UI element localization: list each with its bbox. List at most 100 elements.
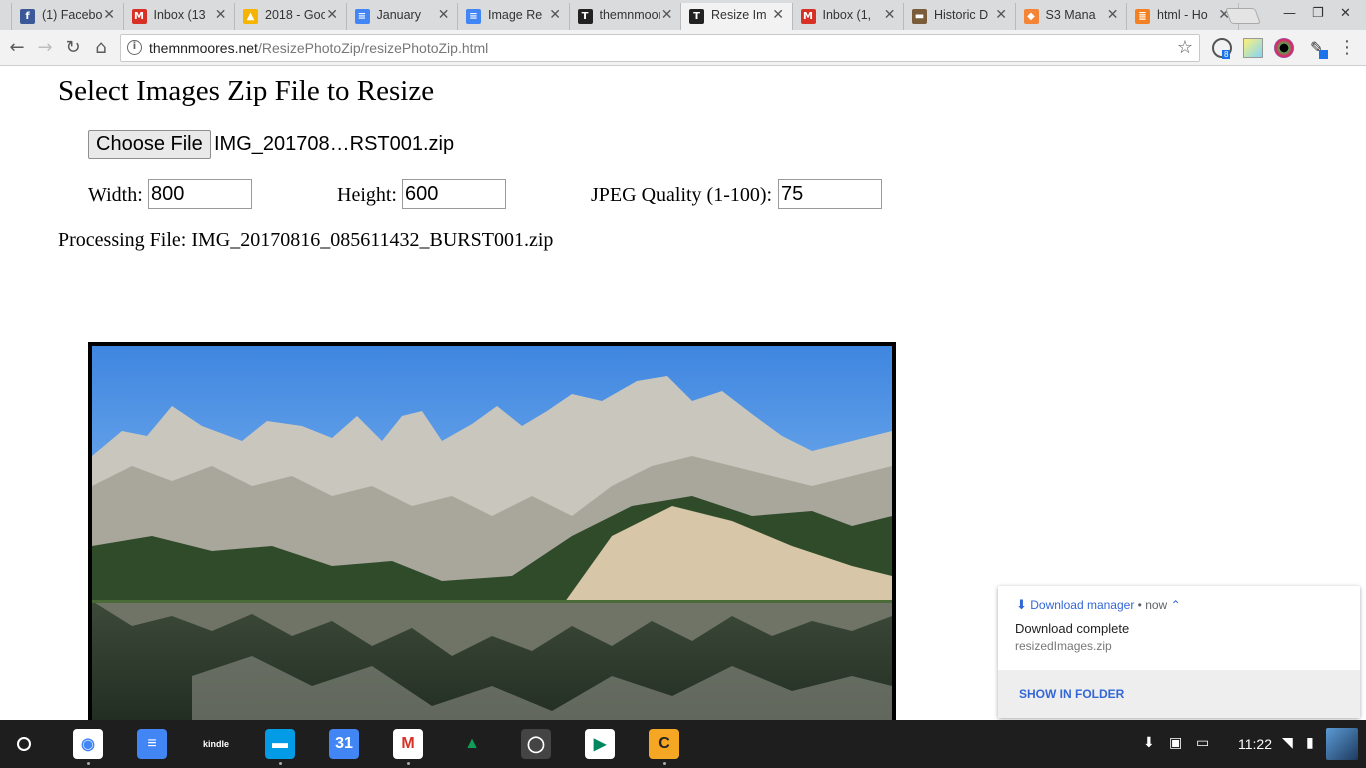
- tab-0[interactable]: f (1) Facebook✕: [11, 3, 124, 30]
- kindle-app[interactable]: kindle: [201, 729, 231, 759]
- choose-file-button[interactable]: Choose File: [88, 130, 211, 159]
- tab-strip: f(1) Facebook✕MInbox (13✕▲2018 - Google …: [0, 0, 1366, 30]
- maximize-icon[interactable]: ❐: [1312, 6, 1324, 21]
- files-app[interactable]: ▬: [265, 729, 295, 759]
- avatar[interactable]: [1326, 728, 1358, 760]
- page-title: Select Images Zip File to Resize: [58, 75, 435, 107]
- battery-icon[interactable]: ▮: [1306, 735, 1314, 751]
- tab-title: (1) Facebook: [42, 8, 102, 22]
- tab-close-icon[interactable]: ✕: [438, 7, 450, 23]
- tab-2[interactable]: ▲ 2018 - Google Drive✕: [234, 3, 347, 30]
- tab-8[interactable]: ▬ Historic D ✕: [903, 3, 1016, 30]
- notification-title: Download complete: [1015, 621, 1130, 636]
- historic-icon: ▬: [912, 9, 927, 24]
- color-picker-icon[interactable]: [1274, 38, 1294, 58]
- tab-title: Inbox (13: [153, 8, 206, 22]
- forward-icon[interactable]: →: [34, 37, 56, 59]
- play-store-app[interactable]: ▶: [585, 729, 615, 759]
- tab-title: Inbox (1,: [822, 8, 872, 22]
- image-icon[interactable]: ▣: [1169, 735, 1182, 751]
- the-moor-icon: T: [689, 9, 704, 24]
- tab-10[interactable]: ≣ html - Ho ✕: [1126, 3, 1239, 30]
- facebook-icon: f: [20, 9, 35, 24]
- tab-close-icon[interactable]: ✕: [549, 7, 561, 23]
- gmail-app[interactable]: M: [393, 729, 423, 759]
- display-icon[interactable]: ▭: [1196, 735, 1209, 751]
- tab-title: themnmoores: [599, 8, 660, 22]
- running-indicator: [407, 762, 410, 765]
- tab-close-icon[interactable]: ✕: [661, 7, 673, 23]
- back-icon[interactable]: ←: [6, 37, 28, 59]
- camera-app[interactable]: ◯: [521, 729, 551, 759]
- aws-s3-icon: ◆: [1023, 9, 1039, 24]
- width-label: Width:: [88, 184, 143, 206]
- docs-icon: ≡: [466, 9, 481, 24]
- clock[interactable]: 11:22: [1238, 736, 1272, 752]
- tab-close-icon[interactable]: ✕: [995, 7, 1007, 23]
- tab-3[interactable]: ≡ January ✕: [345, 3, 459, 30]
- height-input[interactable]: [402, 179, 506, 209]
- tab-6[interactable]: T Resize Im ✕: [680, 3, 793, 30]
- tab-close-icon[interactable]: ✕: [103, 7, 115, 23]
- tab-4[interactable]: ≡ Image Re ✕: [457, 3, 570, 30]
- notification-separator: •: [1137, 598, 1142, 612]
- calendar-app[interactable]: 31: [329, 729, 359, 759]
- gmail-icon: M: [800, 9, 816, 24]
- new-tab-button[interactable]: [1225, 8, 1261, 24]
- info-icon[interactable]: i: [127, 40, 142, 55]
- expand-chevron-icon[interactable]: ⌃: [1171, 598, 1181, 612]
- docs-icon: ≡: [354, 9, 370, 24]
- resized-photo-preview: [88, 342, 896, 720]
- bookmark-star-icon[interactable]: ☆: [1177, 37, 1193, 58]
- home-icon[interactable]: ⌂: [90, 37, 112, 59]
- notification-source: Download manager: [1030, 598, 1135, 612]
- height-label: Height:: [337, 184, 397, 206]
- menu-icon[interactable]: ⋮: [1336, 37, 1358, 59]
- browser-toolbar: ← → ↻ ⌂ i themnmoores.net/ResizePhotoZip…: [0, 30, 1366, 66]
- address-bar[interactable]: i themnmoores.net/ResizePhotoZip/resizeP…: [120, 34, 1200, 62]
- tab-9[interactable]: ◆ S3 Mana ✕: [1014, 3, 1128, 30]
- minimize-icon[interactable]: —: [1283, 6, 1296, 21]
- tab-close-icon[interactable]: ✕: [884, 7, 896, 23]
- launcher-icon[interactable]: [17, 737, 31, 751]
- gmail-icon: M: [131, 9, 147, 24]
- tab-close-icon[interactable]: ✕: [326, 7, 338, 23]
- eyedropper-icon[interactable]: ✎: [1308, 38, 1328, 59]
- download-notification[interactable]: ⬇ Download manager • now ⌃ Download comp…: [998, 586, 1360, 718]
- running-indicator: [87, 762, 90, 765]
- c-app[interactable]: C: [649, 729, 679, 759]
- running-indicator: [279, 762, 282, 765]
- tab-close-icon[interactable]: ✕: [1107, 7, 1119, 23]
- running-indicator: [663, 762, 666, 765]
- drive-app[interactable]: ▲: [457, 729, 487, 759]
- docs-app[interactable]: ≡: [137, 729, 167, 759]
- tab-7[interactable]: M Inbox (1, ✕: [791, 3, 905, 30]
- mountain-lake-photo: [92, 346, 892, 720]
- reload-icon[interactable]: ↻: [62, 37, 84, 59]
- show-in-folder-button[interactable]: SHOW IN FOLDER: [1019, 687, 1124, 701]
- image-extension-icon[interactable]: [1243, 38, 1263, 58]
- close-window-icon[interactable]: ✕: [1340, 6, 1351, 21]
- notification-header: ⬇ Download manager • now ⌃: [1016, 597, 1181, 613]
- processing-status: Processing File: IMG_20170816_085611432_…: [58, 229, 554, 251]
- width-input[interactable]: [148, 179, 252, 209]
- tab-close-icon[interactable]: ✕: [215, 7, 227, 23]
- quality-label: JPEG Quality (1-100):: [591, 184, 773, 206]
- download-icon[interactable]: ⬇: [1143, 735, 1155, 751]
- extension-badge: 8: [1222, 50, 1231, 59]
- extension-icon[interactable]: 8: [1212, 38, 1232, 59]
- tab-title: Image Re: [488, 8, 543, 22]
- tab-5[interactable]: Tthemnmoores✕: [568, 3, 682, 30]
- chrome-app[interactable]: ◉: [73, 729, 103, 759]
- wifi-icon[interactable]: ◥: [1282, 735, 1293, 751]
- url-text[interactable]: themnmoores.net/ResizePhotoZip/resizePho…: [149, 40, 488, 56]
- quality-input[interactable]: [778, 179, 882, 209]
- tab-title: 2018 - Google Drive: [265, 8, 325, 22]
- notification-file: resizedImages.zip: [1015, 639, 1112, 653]
- drive-icon: ▲: [243, 9, 258, 24]
- stackoverflow-icon: ≣: [1135, 9, 1150, 24]
- chromeos-shelf: 11:22 ⬇ ▣ ▭ ◥ ▮ ◉ ≡ kindle ▬ 31 M ▲ ◯ ▶ C: [0, 720, 1366, 768]
- tab-1[interactable]: M Inbox (13 ✕: [122, 3, 236, 30]
- chosen-file-name: IMG_201708…RST001.zip: [214, 133, 455, 155]
- tab-close-icon[interactable]: ✕: [772, 7, 784, 23]
